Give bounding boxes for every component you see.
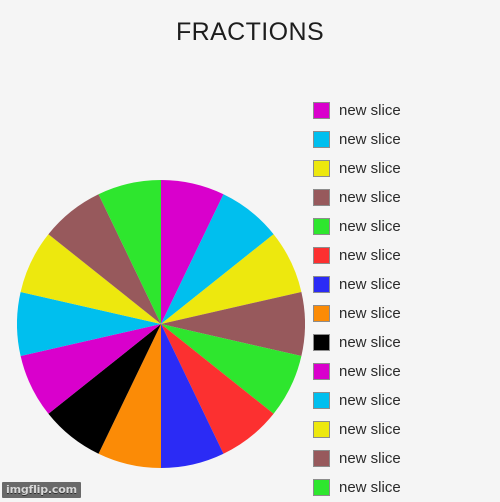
legend-color-swatch [313,479,330,496]
legend-color-swatch [313,189,330,206]
pie-svg [17,180,305,468]
legend-item-label: new slice [339,102,401,119]
legend-item[interactable]: new slice [313,473,500,502]
legend-item[interactable]: new slice [313,96,500,125]
legend-item-label: new slice [339,247,401,264]
legend-item-label: new slice [339,392,401,409]
legend-item[interactable]: new slice [313,183,500,212]
legend-item[interactable]: new slice [313,444,500,473]
legend-item-label: new slice [339,131,401,148]
legend-item[interactable]: new slice [313,357,500,386]
legend-item-label: new slice [339,189,401,206]
legend-item[interactable]: new slice [313,299,500,328]
legend-item-label: new slice [339,305,401,322]
imgflip-watermark: imgflip.com [2,482,81,498]
legend-color-swatch [313,247,330,264]
legend-item[interactable]: new slice [313,270,500,299]
legend-color-swatch [313,276,330,293]
legend-color-swatch [313,160,330,177]
legend-item-label: new slice [339,479,401,496]
legend-color-swatch [313,305,330,322]
legend-color-swatch [313,363,330,380]
pie-chart-figure: FRACTIONS new slice new slice new slice new… [0,0,500,500]
pie-graphic [17,180,305,468]
legend-item-label: new slice [339,218,401,235]
legend-color-swatch [313,334,330,351]
legend-item[interactable]: new slice [313,212,500,241]
legend: new slice new slice new slice new slice new … [313,96,500,502]
legend-item[interactable]: new slice [313,154,500,183]
legend-item[interactable]: new slice [313,241,500,270]
legend-item[interactable]: new slice [313,125,500,154]
legend-color-swatch [313,218,330,235]
legend-item[interactable]: new slice [313,328,500,357]
chart-title: FRACTIONS [175,18,325,46]
legend-color-swatch [313,421,330,438]
legend-color-swatch [313,102,330,119]
legend-item-label: new slice [339,160,401,177]
legend-color-swatch [313,131,330,148]
legend-item-label: new slice [339,334,401,351]
legend-item-label: new slice [339,421,401,438]
legend-color-swatch [313,450,330,467]
legend-item[interactable]: new slice [313,415,500,444]
legend-color-swatch [313,392,330,409]
legend-item-label: new slice [339,450,401,467]
legend-item-label: new slice [339,363,401,380]
legend-item[interactable]: new slice [313,386,500,415]
legend-item-label: new slice [339,276,401,293]
